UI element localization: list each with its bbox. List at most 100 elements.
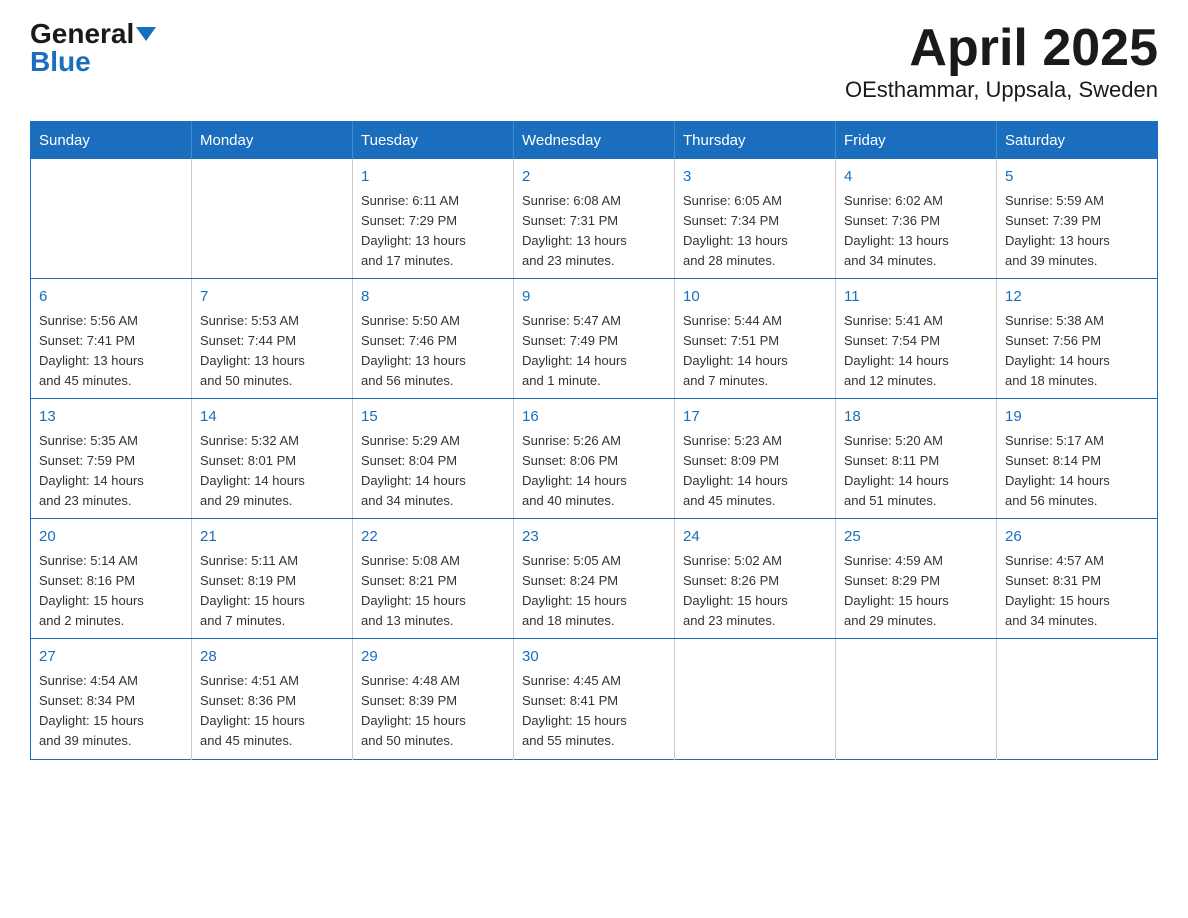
day-info: Sunrise: 6:08 AM Sunset: 7:31 PM Dayligh… bbox=[522, 191, 666, 272]
day-info: Sunrise: 5:17 AM Sunset: 8:14 PM Dayligh… bbox=[1005, 431, 1149, 512]
day-info: Sunrise: 5:05 AM Sunset: 8:24 PM Dayligh… bbox=[522, 551, 666, 632]
day-number: 15 bbox=[361, 406, 505, 429]
calendar-cell bbox=[997, 639, 1158, 759]
calendar-cell: 27Sunrise: 4:54 AM Sunset: 8:34 PM Dayli… bbox=[31, 639, 192, 759]
calendar-cell: 9Sunrise: 5:47 AM Sunset: 7:49 PM Daylig… bbox=[514, 279, 675, 399]
day-number: 23 bbox=[522, 526, 666, 549]
weekday-header-saturday: Saturday bbox=[997, 122, 1158, 160]
title-block: April 2025 OEsthammar, Uppsala, Sweden bbox=[845, 20, 1158, 103]
day-info: Sunrise: 5:11 AM Sunset: 8:19 PM Dayligh… bbox=[200, 551, 344, 632]
day-info: Sunrise: 4:45 AM Sunset: 8:41 PM Dayligh… bbox=[522, 671, 666, 752]
calendar-cell: 22Sunrise: 5:08 AM Sunset: 8:21 PM Dayli… bbox=[353, 519, 514, 639]
calendar-cell bbox=[836, 639, 997, 759]
calendar-cell: 3Sunrise: 6:05 AM Sunset: 7:34 PM Daylig… bbox=[675, 159, 836, 279]
calendar-cell: 21Sunrise: 5:11 AM Sunset: 8:19 PM Dayli… bbox=[192, 519, 353, 639]
day-info: Sunrise: 6:05 AM Sunset: 7:34 PM Dayligh… bbox=[683, 191, 827, 272]
calendar-cell: 10Sunrise: 5:44 AM Sunset: 7:51 PM Dayli… bbox=[675, 279, 836, 399]
day-info: Sunrise: 4:57 AM Sunset: 8:31 PM Dayligh… bbox=[1005, 551, 1149, 632]
day-info: Sunrise: 5:59 AM Sunset: 7:39 PM Dayligh… bbox=[1005, 191, 1149, 272]
calendar-cell bbox=[675, 639, 836, 759]
calendar-week-4: 20Sunrise: 5:14 AM Sunset: 8:16 PM Dayli… bbox=[31, 519, 1158, 639]
day-info: Sunrise: 5:14 AM Sunset: 8:16 PM Dayligh… bbox=[39, 551, 183, 632]
day-number: 3 bbox=[683, 166, 827, 189]
calendar-week-5: 27Sunrise: 4:54 AM Sunset: 8:34 PM Dayli… bbox=[31, 639, 1158, 759]
calendar-cell: 6Sunrise: 5:56 AM Sunset: 7:41 PM Daylig… bbox=[31, 279, 192, 399]
logo-general-text: General bbox=[30, 20, 156, 48]
day-info: Sunrise: 5:35 AM Sunset: 7:59 PM Dayligh… bbox=[39, 431, 183, 512]
logo-blue-text: Blue bbox=[30, 48, 91, 76]
calendar-cell: 26Sunrise: 4:57 AM Sunset: 8:31 PM Dayli… bbox=[997, 519, 1158, 639]
calendar-cell: 19Sunrise: 5:17 AM Sunset: 8:14 PM Dayli… bbox=[997, 399, 1158, 519]
calendar-cell bbox=[31, 159, 192, 279]
calendar-week-2: 6Sunrise: 5:56 AM Sunset: 7:41 PM Daylig… bbox=[31, 279, 1158, 399]
day-info: Sunrise: 5:47 AM Sunset: 7:49 PM Dayligh… bbox=[522, 311, 666, 392]
day-number: 16 bbox=[522, 406, 666, 429]
calendar-cell: 25Sunrise: 4:59 AM Sunset: 8:29 PM Dayli… bbox=[836, 519, 997, 639]
day-number: 9 bbox=[522, 286, 666, 309]
day-number: 13 bbox=[39, 406, 183, 429]
day-number: 11 bbox=[844, 286, 988, 309]
day-number: 7 bbox=[200, 286, 344, 309]
day-info: Sunrise: 5:56 AM Sunset: 7:41 PM Dayligh… bbox=[39, 311, 183, 392]
day-info: Sunrise: 5:26 AM Sunset: 8:06 PM Dayligh… bbox=[522, 431, 666, 512]
calendar-cell: 2Sunrise: 6:08 AM Sunset: 7:31 PM Daylig… bbox=[514, 159, 675, 279]
day-number: 22 bbox=[361, 526, 505, 549]
calendar-cell: 8Sunrise: 5:50 AM Sunset: 7:46 PM Daylig… bbox=[353, 279, 514, 399]
day-number: 17 bbox=[683, 406, 827, 429]
day-number: 18 bbox=[844, 406, 988, 429]
day-info: Sunrise: 5:44 AM Sunset: 7:51 PM Dayligh… bbox=[683, 311, 827, 392]
day-number: 14 bbox=[200, 406, 344, 429]
day-number: 27 bbox=[39, 646, 183, 669]
calendar-cell bbox=[192, 159, 353, 279]
calendar-cell: 4Sunrise: 6:02 AM Sunset: 7:36 PM Daylig… bbox=[836, 159, 997, 279]
day-info: Sunrise: 5:29 AM Sunset: 8:04 PM Dayligh… bbox=[361, 431, 505, 512]
weekday-header-monday: Monday bbox=[192, 122, 353, 160]
calendar-cell: 20Sunrise: 5:14 AM Sunset: 8:16 PM Dayli… bbox=[31, 519, 192, 639]
logo-arrow-icon bbox=[136, 27, 156, 41]
calendar-body: 1Sunrise: 6:11 AM Sunset: 7:29 PM Daylig… bbox=[31, 159, 1158, 759]
weekday-header-sunday: Sunday bbox=[31, 122, 192, 160]
day-info: Sunrise: 5:08 AM Sunset: 8:21 PM Dayligh… bbox=[361, 551, 505, 632]
calendar-cell: 13Sunrise: 5:35 AM Sunset: 7:59 PM Dayli… bbox=[31, 399, 192, 519]
day-number: 1 bbox=[361, 166, 505, 189]
day-info: Sunrise: 5:20 AM Sunset: 8:11 PM Dayligh… bbox=[844, 431, 988, 512]
day-number: 12 bbox=[1005, 286, 1149, 309]
weekday-header-tuesday: Tuesday bbox=[353, 122, 514, 160]
day-number: 6 bbox=[39, 286, 183, 309]
day-info: Sunrise: 5:02 AM Sunset: 8:26 PM Dayligh… bbox=[683, 551, 827, 632]
day-number: 19 bbox=[1005, 406, 1149, 429]
calendar-cell: 29Sunrise: 4:48 AM Sunset: 8:39 PM Dayli… bbox=[353, 639, 514, 759]
day-info: Sunrise: 5:23 AM Sunset: 8:09 PM Dayligh… bbox=[683, 431, 827, 512]
calendar-cell: 30Sunrise: 4:45 AM Sunset: 8:41 PM Dayli… bbox=[514, 639, 675, 759]
page-header: General Blue April 2025 OEsthammar, Upps… bbox=[30, 20, 1158, 103]
calendar-cell: 28Sunrise: 4:51 AM Sunset: 8:36 PM Dayli… bbox=[192, 639, 353, 759]
day-info: Sunrise: 4:59 AM Sunset: 8:29 PM Dayligh… bbox=[844, 551, 988, 632]
day-number: 2 bbox=[522, 166, 666, 189]
calendar-table: SundayMondayTuesdayWednesdayThursdayFrid… bbox=[30, 121, 1158, 759]
day-info: Sunrise: 5:53 AM Sunset: 7:44 PM Dayligh… bbox=[200, 311, 344, 392]
weekday-header-row: SundayMondayTuesdayWednesdayThursdayFrid… bbox=[31, 122, 1158, 160]
day-info: Sunrise: 6:11 AM Sunset: 7:29 PM Dayligh… bbox=[361, 191, 505, 272]
day-number: 25 bbox=[844, 526, 988, 549]
calendar-cell: 7Sunrise: 5:53 AM Sunset: 7:44 PM Daylig… bbox=[192, 279, 353, 399]
day-info: Sunrise: 5:41 AM Sunset: 7:54 PM Dayligh… bbox=[844, 311, 988, 392]
day-info: Sunrise: 5:38 AM Sunset: 7:56 PM Dayligh… bbox=[1005, 311, 1149, 392]
day-number: 29 bbox=[361, 646, 505, 669]
day-info: Sunrise: 6:02 AM Sunset: 7:36 PM Dayligh… bbox=[844, 191, 988, 272]
day-number: 5 bbox=[1005, 166, 1149, 189]
weekday-header-friday: Friday bbox=[836, 122, 997, 160]
day-number: 10 bbox=[683, 286, 827, 309]
day-number: 30 bbox=[522, 646, 666, 669]
day-info: Sunrise: 5:32 AM Sunset: 8:01 PM Dayligh… bbox=[200, 431, 344, 512]
calendar-cell: 15Sunrise: 5:29 AM Sunset: 8:04 PM Dayli… bbox=[353, 399, 514, 519]
calendar-cell: 23Sunrise: 5:05 AM Sunset: 8:24 PM Dayli… bbox=[514, 519, 675, 639]
day-info: Sunrise: 4:51 AM Sunset: 8:36 PM Dayligh… bbox=[200, 671, 344, 752]
calendar-week-3: 13Sunrise: 5:35 AM Sunset: 7:59 PM Dayli… bbox=[31, 399, 1158, 519]
weekday-header-wednesday: Wednesday bbox=[514, 122, 675, 160]
calendar-title: April 2025 bbox=[845, 20, 1158, 77]
calendar-subtitle: OEsthammar, Uppsala, Sweden bbox=[845, 77, 1158, 103]
calendar-header: SundayMondayTuesdayWednesdayThursdayFrid… bbox=[31, 122, 1158, 160]
calendar-cell: 18Sunrise: 5:20 AM Sunset: 8:11 PM Dayli… bbox=[836, 399, 997, 519]
weekday-header-thursday: Thursday bbox=[675, 122, 836, 160]
day-number: 20 bbox=[39, 526, 183, 549]
